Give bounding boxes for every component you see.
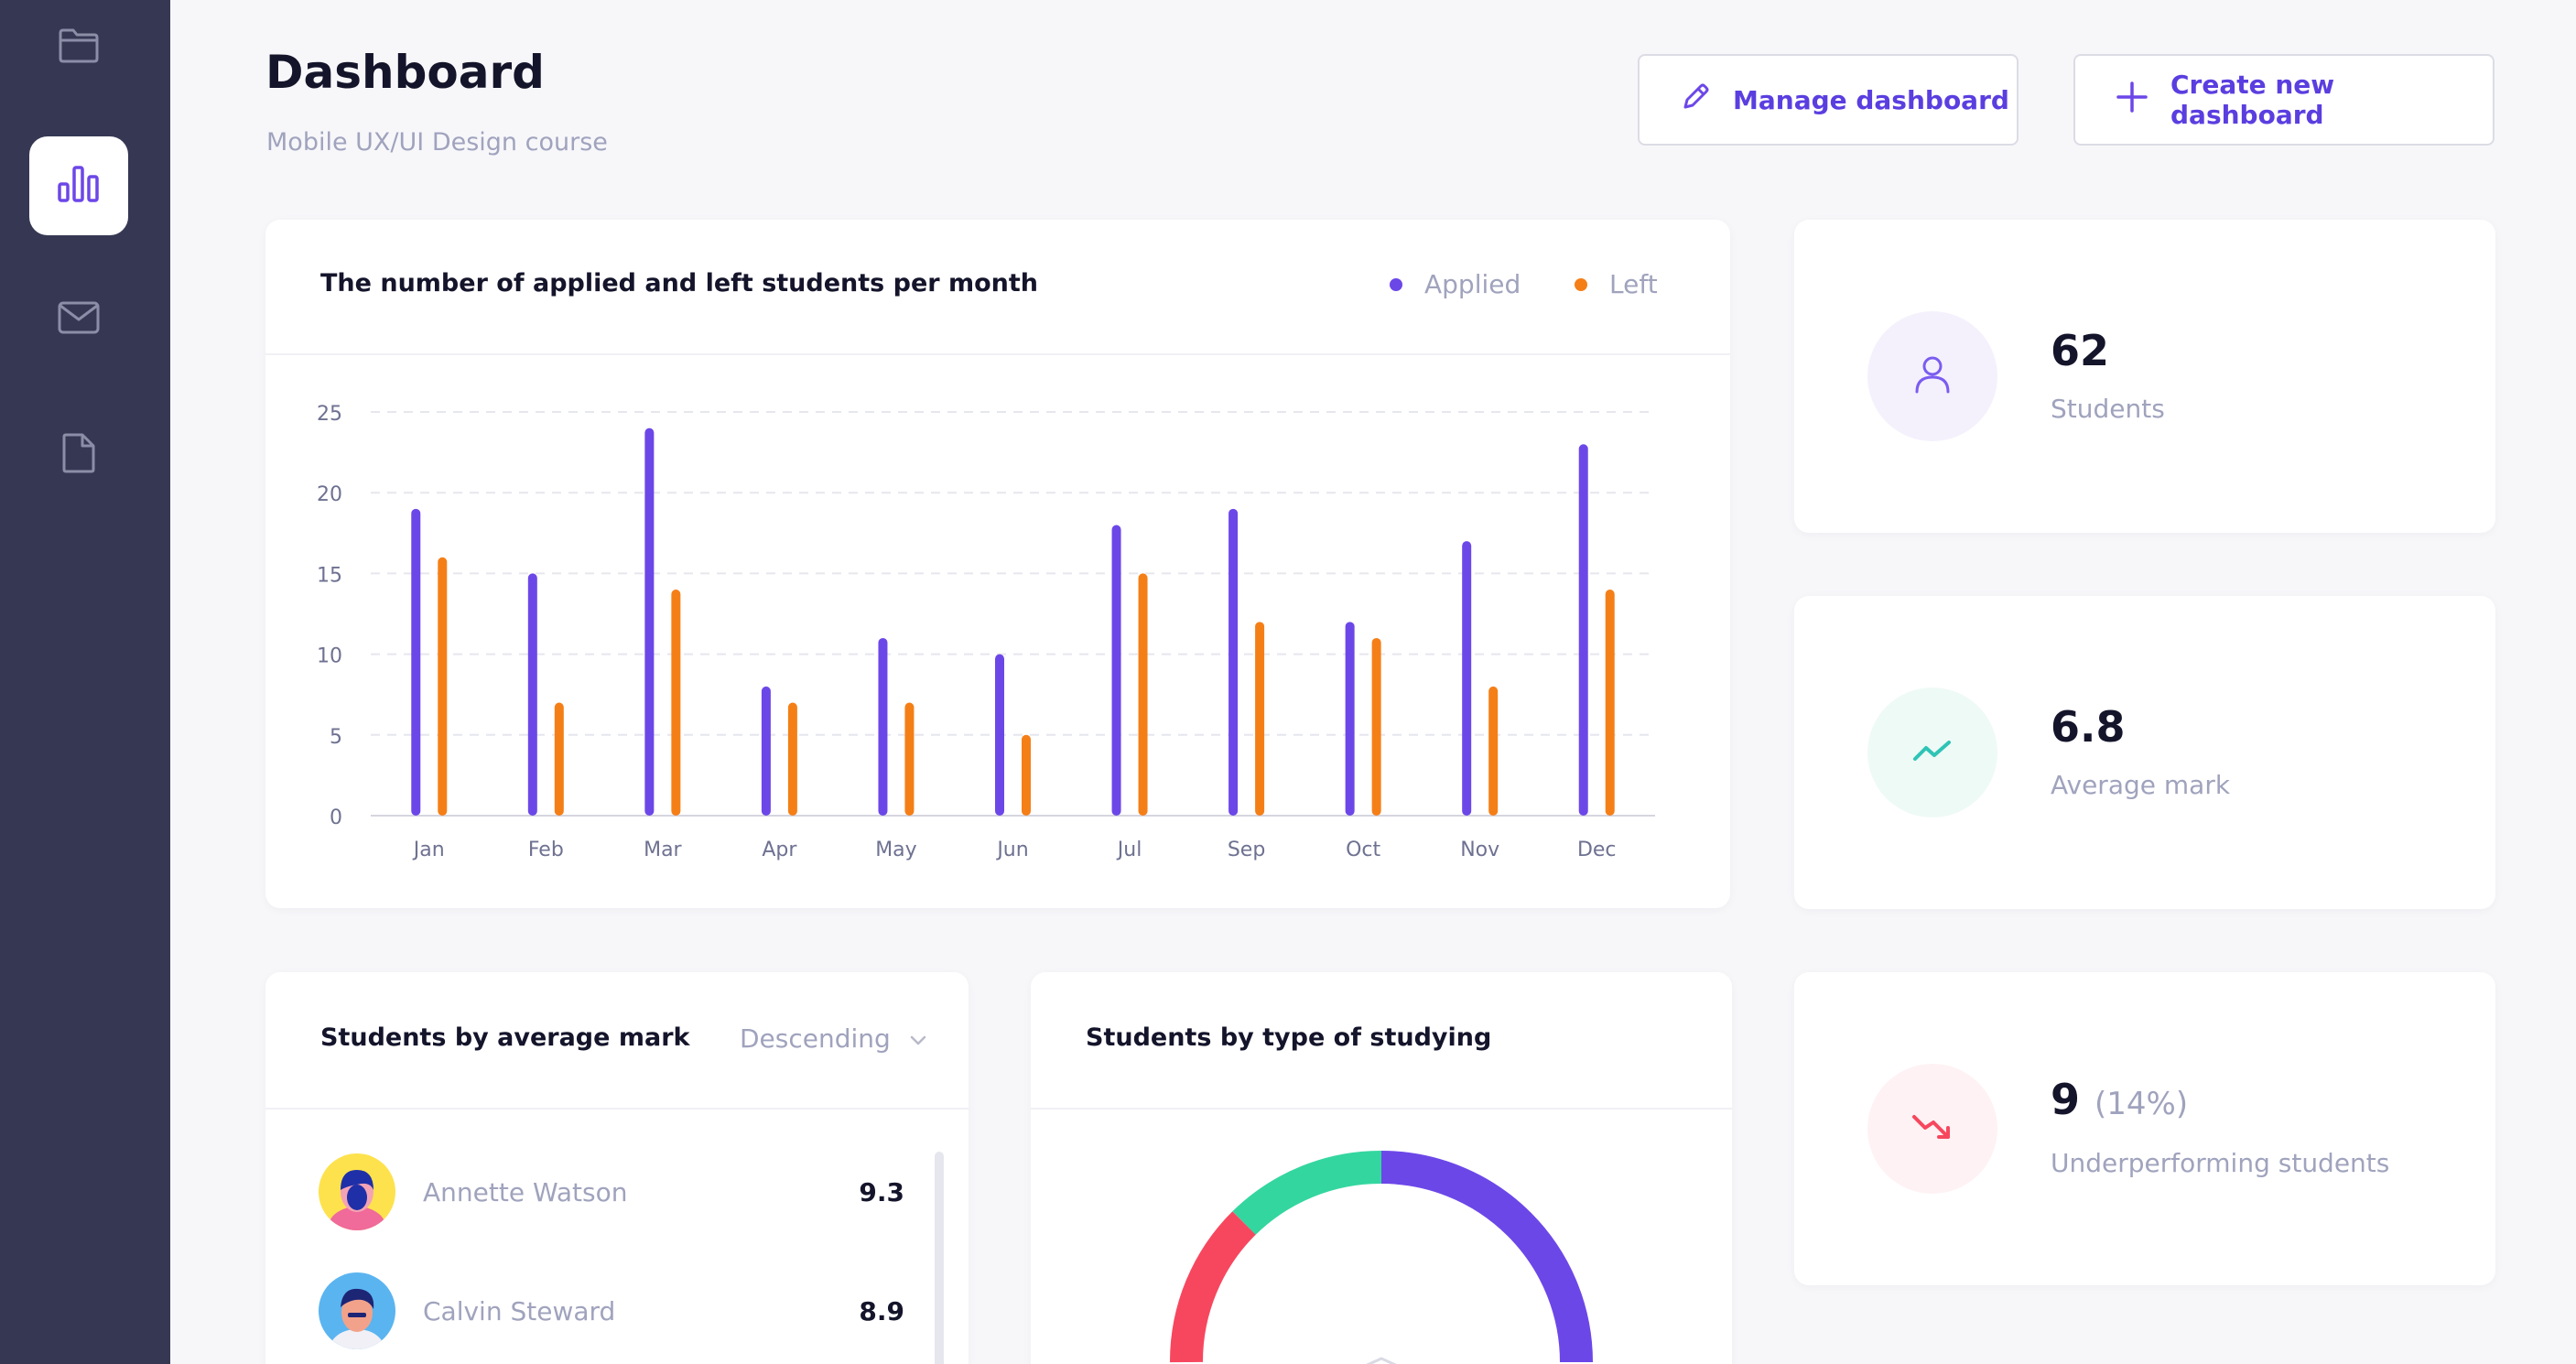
x-tick-label: Nov [1460,839,1499,861]
x-tick-label: Oct [1346,839,1380,861]
sort-value: Descending [740,1023,891,1054]
user-icon [1912,353,1953,399]
list-divider [265,1108,969,1110]
plus-icon [2116,81,2170,120]
x-tick-label: Sep [1228,839,1265,861]
sort-dropdown[interactable]: Descending [740,1023,927,1054]
x-tick-label: Feb [528,839,564,861]
document-icon [60,432,97,478]
manage-dashboard-label: Manage dashboard [1733,84,2009,115]
bar-left-oct[interactable] [1371,637,1381,816]
bar-left-jan[interactable] [438,557,448,816]
avatar [319,1153,395,1230]
x-tick-label: Mar [644,839,682,861]
average-mark-value: 6.8 [2051,702,2126,752]
list-item[interactable]: Calvin Steward 8.9 [319,1272,904,1349]
bar-applied-feb[interactable] [527,573,537,816]
sidebar [0,0,170,1364]
donut-center-icon [1366,1357,1397,1364]
x-tick-label: Jun [995,839,1028,861]
mail-icon [57,300,101,339]
bar-left-jun[interactable] [1022,734,1031,816]
bar-left-jul[interactable] [1138,573,1148,816]
trend-up-icon [1912,737,1953,768]
y-tick-label: 10 [317,645,342,668]
student-name: Annette Watson [423,1176,628,1207]
x-tick-label: Jul [1116,839,1142,861]
manage-dashboard-button[interactable]: Manage dashboard [1638,54,2019,146]
sidebar-item-mail[interactable] [29,270,128,369]
create-dashboard-label: Create new dashboard [2170,70,2335,130]
students-count: 62 [2051,326,2110,375]
sidebar-item-documents[interactable] [29,406,128,504]
average-mark-stat-card: 6.8 Average mark [1794,596,2495,909]
bar-chart: 0 5 10 15 20 25 Jan Feb Mar Apr May Jun Jul Sep Oct Nov… [317,403,1655,861]
page-subtitle: Mobile UX/UI Design course [266,128,608,157]
sidebar-item-folder[interactable] [29,0,128,95]
list-scrollbar[interactable] [935,1152,944,1364]
list-item[interactable]: Annette Watson 9.3 [319,1153,904,1230]
students-icon-circle [1867,311,1997,441]
bar-left-sep[interactable] [1255,622,1265,816]
chevron-down-icon [891,1023,927,1054]
student-name: Calvin Steward [423,1295,616,1326]
average-mark-label: Average mark [2051,770,2231,800]
bar-left-nov[interactable] [1488,686,1499,816]
bar-left-feb[interactable] [554,702,564,816]
underperforming-label: Underperforming students [2051,1148,2390,1178]
underperforming-count: 9 (14%) [2051,1075,2188,1124]
bar-applied-nov[interactable] [1462,541,1472,816]
students-by-mark-title: Students by average mark [320,1023,690,1052]
student-mark: 8.9 [859,1295,904,1326]
bar-applied-apr[interactable] [761,686,771,816]
y-tick-label: 0 [330,806,342,829]
bar-chart-icon [57,164,101,208]
bar-applied-dec[interactable] [1578,444,1588,816]
y-tick-label: 15 [317,564,342,587]
pencil-icon [1680,81,1733,119]
underperforming-stat-card: 9 (14%) Underperforming students [1794,972,2495,1285]
underperforming-icon-circle [1867,1064,1997,1194]
bar-applied-jul[interactable] [1111,525,1121,816]
x-tick-label: May [875,839,916,861]
bar-applied-oct[interactable] [1345,622,1355,816]
bar-applied-mar[interactable] [644,428,655,816]
student-mark: 9.3 [859,1176,904,1207]
bar-applied-jan[interactable] [411,508,421,816]
students-label: Students [2051,394,2165,424]
donut-segment-red [1169,1211,1256,1363]
students-by-type-card: Students by type of studying [1031,972,1732,1364]
bar-applied-sep[interactable] [1228,508,1239,816]
donut-chart [1169,1150,1593,1364]
bar-applied-jun[interactable] [995,654,1004,816]
bar-left-apr[interactable] [787,702,797,816]
bar-left-mar[interactable] [671,590,681,816]
trend-down-icon [1911,1111,1954,1146]
students-by-mark-card: Students by average mark Descending Anne… [265,972,969,1364]
underperforming-value: 9 [2051,1075,2081,1124]
create-dashboard-button[interactable]: Create new dashboard [2073,54,2495,146]
bar-applied-may[interactable] [878,637,888,816]
y-tick-label: 25 [317,403,342,426]
bar-left-dec[interactable] [1605,590,1615,816]
page-title: Dashboard [265,46,545,99]
chart-card: The number of applied and left students … [265,220,1730,908]
sidebar-item-dashboard[interactable] [29,136,128,235]
donut-segment-green [1232,1150,1382,1236]
avatar [319,1272,395,1349]
average-icon-circle [1867,687,1997,817]
y-tick-label: 5 [330,726,342,749]
x-tick-label: Dec [1577,839,1617,861]
folder-icon [58,27,100,68]
students-stat-card: 62 Students [1794,220,2495,533]
x-tick-label: Apr [762,839,797,861]
x-tick-label: Jan [412,839,445,861]
donut-segment-purple [1380,1151,1593,1363]
bar-left-may[interactable] [904,702,915,816]
y-tick-label: 20 [317,483,342,506]
underperforming-percent: (14%) [2094,1086,2189,1122]
